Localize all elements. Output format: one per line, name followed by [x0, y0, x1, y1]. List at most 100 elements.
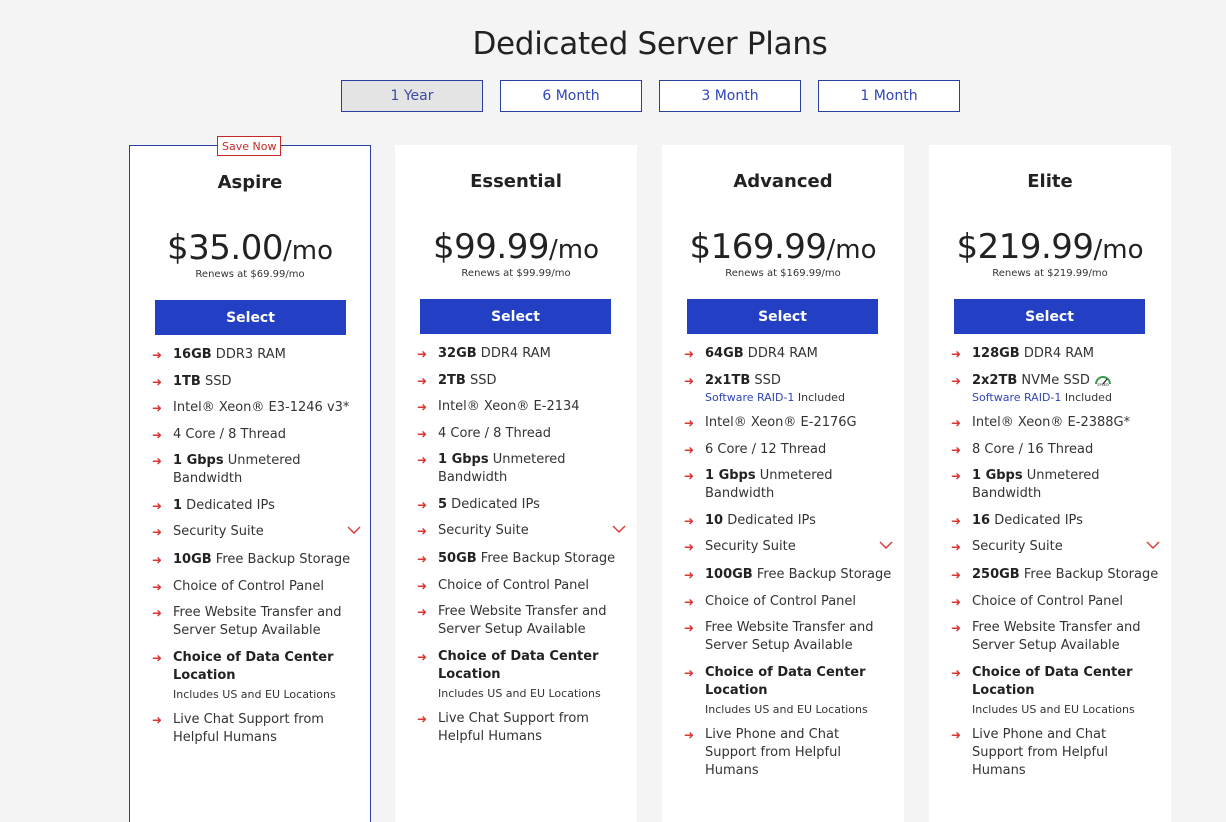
feature-transfer: ➜ Free Website Transfer and Server Setup … — [951, 620, 1141, 653]
arrow-right-icon: ➜ — [951, 469, 962, 483]
arrow-right-icon: ➜ — [152, 713, 163, 727]
feature-security-suite[interactable]: ➜ Security Suite — [684, 538, 893, 556]
term-tab-6-month[interactable]: 6 Month — [500, 80, 642, 112]
arrow-right-icon: ➜ — [152, 401, 163, 415]
arrow-right-icon: ➜ — [152, 498, 163, 513]
page-title: Dedicated Server Plans — [472, 26, 828, 62]
price-amount: $169.99 — [689, 227, 827, 267]
arrow-right-icon: ➜ — [684, 469, 695, 483]
renewal-price: Renews at $219.99/mo — [992, 268, 1108, 279]
feature-security-suite[interactable]: ➜ Security Suite — [152, 523, 361, 541]
chevron-down-icon[interactable] — [612, 524, 626, 534]
feature-storage: ➜ 2TB SSD — [417, 372, 497, 388]
feature-datacenter: ➜ Choice of Data Center Location Includes … — [684, 664, 868, 716]
arrow-right-icon: ➜ — [417, 497, 428, 512]
renewal-price: Renews at $69.99/mo — [195, 269, 305, 280]
arrow-right-icon: ➜ — [417, 578, 428, 593]
arrow-right-icon: ➜ — [417, 605, 428, 619]
raid-link[interactable]: Software RAID-1 — [972, 391, 1061, 404]
raid-note: Software RAID-1 Included — [705, 390, 845, 404]
feature-backup: ➜ 250GB Free Backup Storage — [951, 567, 1159, 582]
arrow-right-icon: ➜ — [684, 442, 695, 457]
feature-dedicated-ips: ➜ 1 Dedicated IPs — [152, 497, 275, 513]
feature-dedicated-ips: ➜ 10 Dedicated IPs — [684, 512, 816, 528]
feature-transfer: ➜ Free Website Transfer and Server Setup … — [152, 605, 342, 638]
svg-text:SPEED: SPEED — [1097, 383, 1109, 386]
speed-gauge-icon: SPEED — [1094, 376, 1111, 386]
feature-ram: ➜ 16GB DDR3 RAM — [152, 347, 286, 362]
arrow-right-icon: ➜ — [684, 665, 695, 680]
arrow-right-icon: ➜ — [684, 373, 695, 388]
arrow-right-icon: ➜ — [684, 568, 695, 582]
arrow-right-icon: ➜ — [684, 540, 695, 554]
feature-control-panel: ➜ Choice of Control Panel — [152, 578, 325, 594]
feature-security-suite[interactable]: ➜ Security Suite — [951, 538, 1160, 556]
arrow-right-icon: ➜ — [951, 442, 962, 457]
select-button[interactable]: Select — [687, 299, 878, 334]
feature-support: ➜ Live Phone and Chat Support from Helpfu… — [684, 727, 841, 778]
arrow-right-icon: ➜ — [152, 553, 163, 567]
plan-name: Essential — [470, 171, 562, 192]
raid-note: Software RAID-1 Included — [972, 390, 1112, 404]
arrow-right-icon: ➜ — [951, 594, 962, 609]
feature-list: ➜ 16GB DDR3 RAM ➜ 1TB SSD ➜ Intel® Xeon® E3… — [152, 346, 361, 756]
plan-price: $35.00/mo — [130, 228, 370, 268]
feature-list: ➜ 64GB DDR4 RAM ➜ 2x1TB SSD Software RAID-1… — [684, 345, 893, 789]
feature-backup: ➜ 10GB Free Backup Storage — [152, 552, 351, 567]
price-amount: $35.00 — [167, 228, 283, 268]
select-button[interactable]: Select — [420, 299, 611, 334]
feature-security-suite[interactable]: ➜ Security Suite — [417, 522, 626, 540]
feature-backup: ➜ 50GB Free Backup Storage — [417, 551, 616, 566]
feature-ram: ➜ 128GB DDR4 RAM — [951, 346, 1094, 361]
feature-ram: ➜ 64GB DDR4 RAM — [684, 346, 818, 361]
feature-bandwidth: ➜ 1 Gbps Unmetered Bandwidth — [951, 468, 1100, 501]
arrow-right-icon: ➜ — [951, 513, 962, 528]
feature-threads: ➜ 4 Core / 8 Thread — [417, 425, 551, 441]
feature-cpu: ➜ Intel® Xeon® E3-1246 v3* — [152, 400, 350, 415]
feature-backup: ➜ 100GB Free Backup Storage — [684, 567, 892, 582]
feature-datacenter: ➜ Choice of Data Center Location Includes … — [417, 648, 601, 700]
select-button[interactable]: Select — [155, 300, 346, 335]
feature-cpu: ➜ Intel® Xeon® E-2134 — [417, 399, 580, 414]
feature-control-panel: ➜ Choice of Control Panel — [684, 593, 857, 609]
feature-dedicated-ips: ➜ 16 Dedicated IPs — [951, 512, 1083, 528]
arrow-right-icon: ➜ — [417, 347, 428, 361]
renewal-price: Renews at $99.99/mo — [461, 268, 571, 279]
arrow-right-icon: ➜ — [152, 579, 163, 594]
plan-card-advanced: Advanced $169.99/mo Renews at $169.99/mo… — [662, 145, 904, 822]
arrow-right-icon: ➜ — [951, 665, 962, 680]
arrow-right-icon: ➜ — [152, 454, 163, 468]
feature-support: ➜ Live Phone and Chat Support from Helpfu… — [951, 727, 1108, 778]
arrow-right-icon: ➜ — [417, 426, 428, 441]
plan-card-elite: Elite $219.99/mo Renews at $219.99/mo Se… — [929, 145, 1171, 822]
feature-ram: ➜ 32GB DDR4 RAM — [417, 346, 551, 361]
feature-storage: ➜ 1TB SSD — [152, 373, 232, 389]
raid-link[interactable]: Software RAID-1 — [705, 391, 794, 404]
chevron-down-icon[interactable] — [1146, 540, 1160, 550]
term-tab-3-month[interactable]: 3 Month — [659, 80, 801, 112]
plan-price: $99.99/mo — [395, 227, 637, 267]
price-amount: $219.99 — [956, 227, 1094, 267]
feature-bandwidth: ➜ 1 Gbps Unmetered Bandwidth — [152, 453, 301, 486]
arrow-right-icon: ➜ — [417, 373, 428, 388]
price-amount: $99.99 — [433, 227, 549, 267]
feature-threads: ➜ 8 Core / 16 Thread — [951, 441, 1094, 457]
arrow-right-icon: ➜ — [951, 728, 962, 742]
chevron-down-icon[interactable] — [347, 525, 361, 535]
chevron-down-icon[interactable] — [879, 540, 893, 550]
arrow-right-icon: ➜ — [152, 606, 163, 620]
arrow-right-icon: ➜ — [417, 524, 428, 538]
feature-storage: ➜ 2x2TB NVMe SSD SPEED Software RAID-1 Incl… — [951, 372, 1159, 406]
feature-control-panel: ➜ Choice of Control Panel — [951, 593, 1124, 609]
plan-card-aspire: Save Now Aspire $35.00/mo Renews at $69.… — [129, 136, 371, 822]
arrow-right-icon: ➜ — [152, 348, 163, 362]
feature-bandwidth: ➜ 1 Gbps Unmetered Bandwidth — [417, 452, 566, 485]
plan-name: Advanced — [733, 171, 833, 192]
plan-price: $169.99/mo — [662, 227, 904, 267]
term-tab-1-year[interactable]: 1 Year — [341, 80, 483, 112]
term-tab-1-month[interactable]: 1 Month — [818, 80, 960, 112]
select-button[interactable]: Select — [954, 299, 1145, 334]
plan-price: $219.99/mo — [929, 227, 1171, 267]
arrow-right-icon: ➜ — [417, 552, 428, 566]
feature-dedicated-ips: ➜ 5 Dedicated IPs — [417, 496, 540, 512]
